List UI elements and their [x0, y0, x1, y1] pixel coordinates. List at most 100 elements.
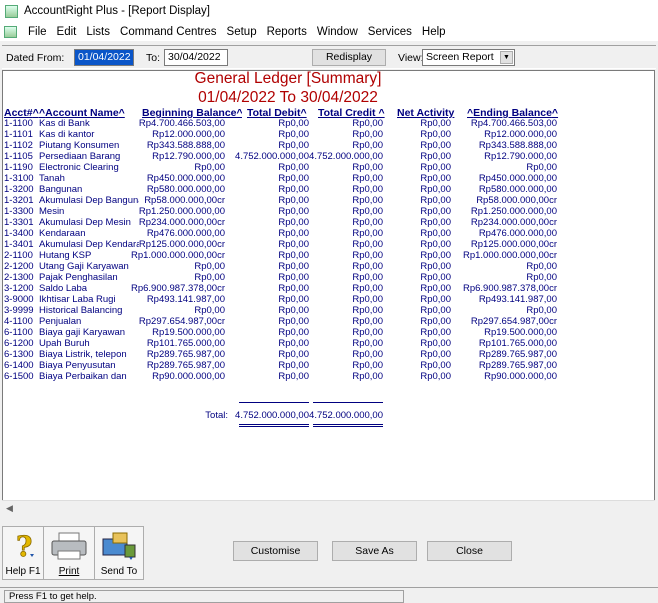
cell-net: Rp0,00 [420, 129, 451, 140]
cell-begin: Rp1.000.000.000,00cr [130, 250, 225, 261]
horizontal-scrollbar[interactable]: ◀ [2, 500, 655, 515]
cell-end: Rp1.250.000.000,00 [470, 206, 557, 217]
help-button[interactable]: ? Help F1 [2, 526, 44, 580]
menu-reports[interactable]: Reports [262, 26, 312, 38]
cell-begin: Rp125.000.000,00cr [138, 239, 225, 250]
table-row[interactable]: 4-1100 Penjualan Rp297.654.987,00cr Rp0,00 R… [3, 316, 654, 327]
print-button[interactable]: Print [43, 526, 95, 580]
cell-debit: 4.752.000.000,00 [235, 151, 309, 162]
cell-acct: 1-3401 [4, 239, 34, 250]
table-row[interactable]: 6-1300 Biaya Listrik, telepon Rp289.765.98… [3, 349, 654, 360]
table-row[interactable]: 2-1300 Pajak Penghasilan Rp0,00 Rp0,00 Rp0,0… [3, 272, 654, 283]
menu-setup[interactable]: Setup [222, 26, 262, 38]
table-row[interactable]: 1-3200 Bangunan Rp580.000.000,00 Rp0,00 Rp0,… [3, 184, 654, 195]
cell-debit: Rp0,00 [278, 140, 309, 151]
table-row[interactable]: 1-1105 Persediaan Barang Rp12.790.000,00 4.… [3, 151, 654, 162]
total-debit-double-rule [239, 424, 309, 427]
table-row[interactable]: 1-3301 Akumulasi Dep Mesin Rp234.000.000,0… [3, 217, 654, 228]
table-row[interactable]: 6-1500 Biaya Perbaikan dan Rp90.000.000,00… [3, 371, 654, 382]
cell-debit: Rp0,00 [278, 184, 309, 195]
total-label: Total: [205, 410, 228, 421]
table-row[interactable]: 1-3300 Mesin Rp1.250.000.000,00 Rp0,00 Rp0,0… [3, 206, 654, 217]
cell-acct: 1-1102 [4, 140, 33, 151]
send-to-button[interactable]: Send To [94, 526, 144, 580]
redisplay-button[interactable]: Redisplay [312, 49, 386, 66]
table-row[interactable]: 6-1200 Upah Buruh Rp101.765.000,00 Rp0,00 Rp… [3, 338, 654, 349]
window-title: AccountRight Plus - [Report Display] [24, 5, 210, 17]
save-as-button[interactable]: Save As [332, 541, 417, 561]
cell-net: Rp0,00 [420, 239, 451, 250]
app-icon [5, 4, 18, 18]
table-row[interactable]: 2-1100 Hutang KSP Rp1.000.000.000,00cr Rp0,… [3, 250, 654, 261]
cell-credit: Rp0,00 [352, 327, 383, 338]
cell-end: Rp0,00 [526, 162, 557, 173]
table-row[interactable]: 6-1400 Biaya Penyusutan Rp289.765.987,00 Rp… [3, 360, 654, 371]
cell-end: Rp289.765.987,00 [478, 349, 557, 360]
cell-acct: 1-3201 [4, 195, 34, 206]
cell-acct: 1-1105 [4, 151, 33, 162]
cell-end: Rp125.000.000,00cr [470, 239, 557, 250]
table-row[interactable]: 1-1100 Kas di Bank Rp4.700.466.503,00 Rp0,0… [3, 118, 654, 129]
menu-file[interactable]: File [23, 26, 52, 38]
menu-lists[interactable]: Lists [81, 26, 115, 38]
customise-button[interactable]: Customise [233, 541, 318, 561]
close-button[interactable]: Close [427, 541, 512, 561]
to-label: To: [146, 52, 161, 64]
scroll-left-icon[interactable]: ◀ [2, 501, 17, 516]
cell-debit: Rp0,00 [278, 228, 309, 239]
status-text: Press F1 to get help. [4, 590, 404, 603]
cell-credit: Rp0,00 [352, 239, 383, 250]
table-row[interactable]: 1-3401Akumulasi Dep KendaraanRp125.000.0… [3, 239, 654, 250]
cell-begin: Rp1.250.000.000,00 [138, 206, 225, 217]
help-question-icon: ? [16, 530, 34, 563]
table-row[interactable]: 3-9999 Historical Balancing Rp0,00 Rp0,00 Rp… [3, 305, 654, 316]
cell-begin: Rp343.588.888,00 [146, 140, 225, 151]
document-icon[interactable] [4, 25, 17, 38]
cell-debit: Rp0,00 [278, 294, 309, 305]
menu-edit[interactable]: Edit [52, 26, 82, 38]
cell-net: Rp0,00 [420, 195, 451, 206]
cell-begin: Rp0,00 [194, 272, 225, 283]
dated-from-input[interactable]: 01/04/2022 [74, 49, 134, 66]
table-row[interactable]: 1-1190 Electronic Clearing Rp0,00 Rp0,00 Rp0… [3, 162, 654, 173]
cell-net: Rp0,00 [420, 327, 451, 338]
cell-begin: Rp0,00 [194, 305, 225, 316]
cell-debit: Rp0,00 [278, 349, 309, 360]
menu-services[interactable]: Services [363, 26, 417, 38]
table-row[interactable]: 1-3201 Akumulasi Dep Bangunan Rp58.000.000… [3, 195, 654, 206]
help-button-label: Help F1 [5, 566, 41, 577]
table-row[interactable]: 3-1200 Saldo Laba Rp6.900.987.378,00cr Rp0,… [3, 283, 654, 294]
cell-acct: 3-9999 [4, 305, 34, 316]
cell-end: Rp90.000.000,00 [484, 371, 557, 382]
cell-end: Rp101.765.000,00 [478, 338, 557, 349]
cell-net: Rp0,00 [420, 305, 451, 316]
cell-credit: Rp0,00 [352, 228, 383, 239]
menu-command-centres[interactable]: Command Centres [115, 26, 222, 38]
table-row[interactable]: 1-1101 Kas di kantor Rp12.000.000,00 Rp0,00… [3, 129, 654, 140]
to-input[interactable]: 30/04/2022 [164, 49, 228, 66]
menu-window[interactable]: Window [312, 26, 363, 38]
table-row[interactable]: 3-9000 Ikhtisar Laba Rugi Rp493.141.987,00… [3, 294, 654, 305]
cell-begin: Rp19.500.000,00 [152, 327, 225, 338]
view-label: View: [398, 52, 424, 64]
menu-help[interactable]: Help [417, 26, 451, 38]
cell-debit: Rp0,00 [278, 118, 309, 129]
cell-acct: 1-3100 [4, 173, 34, 184]
dated-from-label: Dated From: [6, 52, 65, 64]
table-row[interactable]: 1-3100 Tanah Rp450.000.000,00 Rp0,00 Rp0,00 R… [3, 173, 654, 184]
view-select[interactable]: Screen Report ▼ [422, 49, 515, 66]
cell-begin: Rp450.000.000,00 [146, 173, 225, 184]
table-row[interactable]: 1-3400 Kendaraan Rp476.000.000,00 Rp0,00 Rp0… [3, 228, 654, 239]
cell-net: Rp0,00 [420, 316, 451, 327]
cell-debit: Rp0,00 [278, 239, 309, 250]
table-row[interactable]: 6-1100 Biaya gaji Karyawan Rp19.500.000,00… [3, 327, 654, 338]
cell-acct: 1-3301 [4, 217, 34, 228]
cell-net: Rp0,00 [420, 360, 451, 371]
cell-debit: Rp0,00 [278, 261, 309, 272]
chevron-down-icon[interactable]: ▼ [500, 51, 513, 64]
table-row[interactable]: 2-1200 Utang Gaji Karyawan Rp0,00 Rp0,00 Rp0… [3, 261, 654, 272]
cell-end: Rp450.000.000,00 [478, 173, 557, 184]
bottom-toolbar: ? Help F1 Print Send To Customise Save A… [2, 520, 655, 584]
table-row[interactable]: 1-1102 Piutang Konsumen Rp343.588.888,00 Rp… [3, 140, 654, 151]
cell-end: Rp1.000.000.000,00cr [462, 250, 557, 261]
